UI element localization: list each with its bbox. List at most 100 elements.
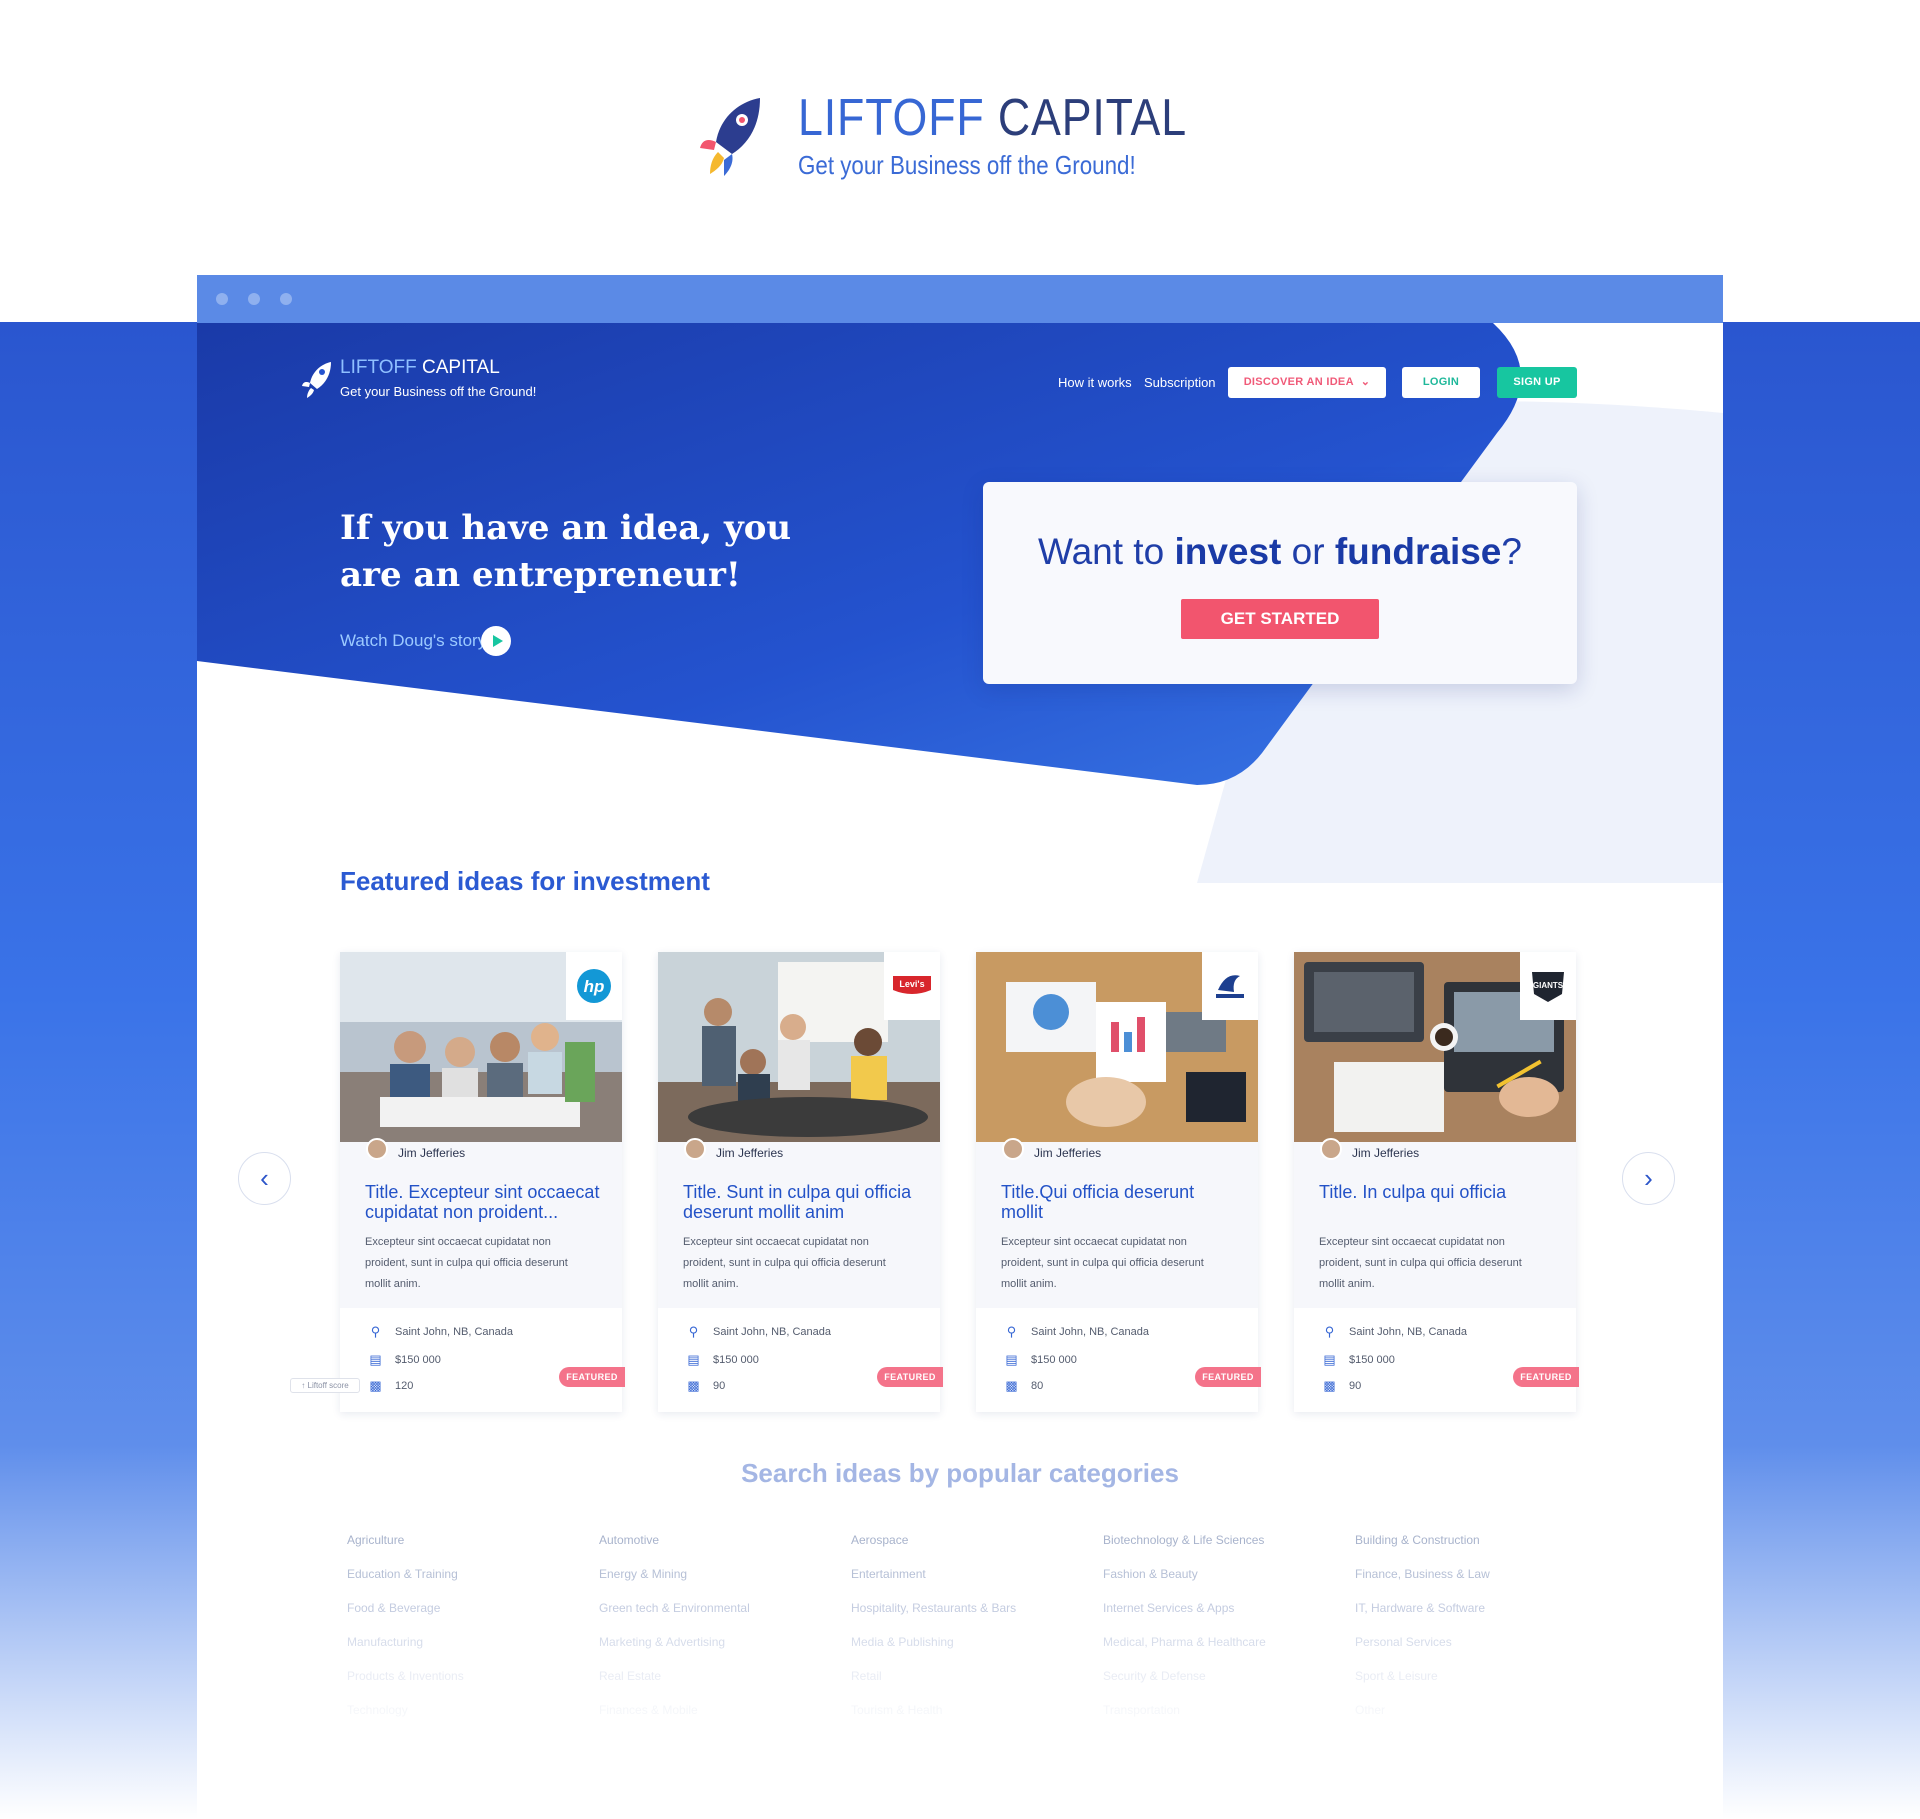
category-link[interactable]: Manufacturing — [347, 1625, 599, 1659]
category-link[interactable]: Technology — [347, 1693, 599, 1727]
category-link[interactable]: Automotive — [599, 1523, 851, 1557]
idea-amount: $150 000 — [395, 1354, 441, 1366]
idea-card[interactable]: hp Jim Jefferies Title. Excepteur sint o… — [340, 952, 625, 1412]
brand-logo: Levi's — [884, 952, 940, 1020]
carousel-next-button[interactable]: › — [1622, 1152, 1675, 1205]
idea-score: 90 — [713, 1380, 726, 1392]
idea-title[interactable]: Title. Sunt in culpa qui officia deserun… — [683, 1182, 923, 1222]
category-link[interactable]: Finances & Mobile — [599, 1693, 851, 1727]
svg-text:hp: hp — [584, 977, 605, 996]
login-button[interactable]: LOGIN — [1402, 367, 1480, 398]
category-link[interactable]: Hospitality, Restaurants & Bars — [851, 1591, 1103, 1625]
idea-description: Excepteur sint occaecat cupidatat non pr… — [1319, 1236, 1522, 1290]
category-link[interactable]: Sport & Leisure — [1355, 1659, 1607, 1693]
hp-logo-icon: hp — [577, 969, 611, 1003]
website-viewport: LIFTOFF CAPITAL Get your Business off th… — [197, 323, 1723, 1819]
location-pin-icon: ⚲ — [1006, 1324, 1017, 1339]
category-link[interactable]: Energy & Mining — [599, 1557, 851, 1591]
featured-badge: FEATURED — [559, 1367, 625, 1387]
featured-heading: Featured ideas for investment — [340, 866, 710, 896]
watch-story-link[interactable]: Watch Doug's story — [340, 631, 486, 651]
category-link[interactable]: Agriculture — [347, 1523, 599, 1557]
hero-title: If you have an idea, you are an entrepre… — [340, 508, 792, 595]
window-dot-icon[interactable] — [280, 293, 292, 305]
idea-amount: $150 000 — [1349, 1354, 1395, 1366]
category-link[interactable]: Other — [1355, 1693, 1607, 1727]
idea-title[interactable]: Title. In culpa qui officia — [1319, 1182, 1559, 1202]
idea-location: Saint John, NB, Canada — [1031, 1326, 1150, 1338]
nav-brand-name[interactable]: LIFTOFF CAPITAL — [340, 357, 500, 379]
category-link[interactable]: Personal Services — [1355, 1625, 1607, 1659]
category-link[interactable]: Products & Inventions — [347, 1659, 599, 1693]
author-name: Jim Jefferies — [1352, 1146, 1420, 1160]
window-dot-icon[interactable] — [216, 293, 228, 305]
category-link[interactable]: Internet Services & Apps — [1103, 1591, 1355, 1625]
category-link[interactable]: Security & Defense — [1103, 1659, 1355, 1693]
carousel-prev-button[interactable]: ‹ — [238, 1152, 291, 1205]
categories-heading: Search ideas by popular categories — [741, 1458, 1179, 1488]
brand-logo: GIANTS — [1520, 952, 1576, 1020]
category-link[interactable]: Marketing & Advertising — [599, 1625, 851, 1659]
featured-badge: FEATURED — [1195, 1367, 1261, 1387]
idea-score: 80 — [1031, 1380, 1044, 1392]
category-link[interactable]: Medical, Pharma & Healthcare — [1103, 1625, 1355, 1659]
cta-title: Want to invest or fundraise? — [1038, 531, 1522, 572]
idea-card[interactable]: Levi's Jim Jefferies Title. Sunt in culp… — [658, 952, 943, 1412]
bar-chart-icon: ▩ — [369, 1378, 382, 1393]
categories-grid: Agriculture Automotive Aerospace Biotechnol… — [347, 1523, 1607, 1727]
author-avatar — [1320, 1138, 1342, 1160]
idea-description: Excepteur sint occaecat cupidatat non pr… — [365, 1236, 568, 1290]
dreamworks-logo-icon — [1216, 975, 1244, 998]
location-pin-icon: ⚲ — [1324, 1324, 1335, 1339]
idea-meta: ⚲ Saint John, NB, Canada ▤ $150 000 ▩ 90 — [658, 1308, 940, 1412]
money-icon: ▤ — [1323, 1352, 1336, 1367]
category-link[interactable]: Entertainment — [851, 1557, 1103, 1591]
category-link[interactable]: Green tech & Environmental — [599, 1591, 851, 1625]
category-link[interactable]: Food & Beverage — [347, 1591, 599, 1625]
category-link[interactable]: Fashion & Beauty — [1103, 1557, 1355, 1591]
levis-logo-icon: Levi's — [893, 976, 931, 994]
get-started-button[interactable]: GET STARTED — [1181, 599, 1379, 639]
idea-location: Saint John, NB, Canada — [713, 1326, 832, 1338]
nav-brand-tagline: Get your Business off the Ground! — [340, 384, 537, 399]
brand-tagline: Get your Business off the Ground! — [798, 150, 1136, 180]
location-pin-icon: ⚲ — [370, 1324, 381, 1339]
top-brand: LIFTOFF CAPITAL Get your Business off th… — [698, 88, 1258, 188]
category-link[interactable]: Media & Publishing — [851, 1625, 1103, 1659]
nav-link-subscription[interactable]: Subscription — [1144, 375, 1216, 390]
idea-card[interactable]: Jim Jefferies Title.Qui officia deserunt… — [976, 952, 1261, 1412]
author-name: Jim Jefferies — [716, 1146, 784, 1160]
idea-title[interactable]: Title. Excepteur sint occaecat cupidatat… — [365, 1182, 605, 1222]
play-icon[interactable] — [481, 626, 511, 656]
brand-logo — [1202, 952, 1258, 1020]
giants-logo-icon: GIANTS — [1532, 972, 1564, 1002]
category-link[interactable]: Building & Construction — [1355, 1523, 1607, 1557]
nav-link-how-it-works[interactable]: How it works — [1058, 375, 1132, 390]
category-link[interactable]: IT, Hardware & Software — [1355, 1591, 1607, 1625]
category-link[interactable]: Aerospace — [851, 1523, 1103, 1557]
svg-text:Levi's: Levi's — [899, 979, 924, 989]
featured-badge: FEATURED — [877, 1367, 943, 1387]
bar-chart-icon: ▩ — [1005, 1378, 1018, 1393]
category-link[interactable]: Biotechnology & Life Sciences — [1103, 1523, 1355, 1557]
idea-meta: ⚲ Saint John, NB, Canada ▤ $150 000 ▩ 12… — [340, 1308, 622, 1412]
author-avatar — [684, 1138, 706, 1160]
category-link[interactable]: Transportation — [1103, 1693, 1355, 1727]
idea-card[interactable]: GIANTS Jim Jefferies Title. In culpa qui… — [1294, 952, 1579, 1412]
category-link[interactable]: Real Estate — [599, 1659, 851, 1693]
category-link[interactable]: Tourism & Health — [851, 1693, 1103, 1727]
money-icon: ▤ — [687, 1352, 700, 1367]
category-link[interactable]: Finance, Business & Law — [1355, 1557, 1607, 1591]
discover-idea-dropdown[interactable]: DISCOVER AN IDEA ⌄ — [1228, 367, 1386, 398]
svg-text:GIANTS: GIANTS — [1533, 981, 1564, 990]
category-link[interactable]: Retail — [851, 1659, 1103, 1693]
window-dot-icon[interactable] — [248, 293, 260, 305]
bar-chart-icon: ▩ — [1323, 1378, 1336, 1393]
money-icon: ▤ — [369, 1352, 382, 1367]
idea-title[interactable]: Title.Qui officia deserunt mollit — [1001, 1182, 1241, 1222]
idea-location: Saint John, NB, Canada — [395, 1326, 514, 1338]
category-link[interactable]: Education & Training — [347, 1557, 599, 1591]
signup-button[interactable]: SIGN UP — [1497, 367, 1577, 398]
rocket-logo-icon[interactable] — [301, 361, 333, 399]
chevron-right-icon: › — [1644, 1163, 1653, 1193]
